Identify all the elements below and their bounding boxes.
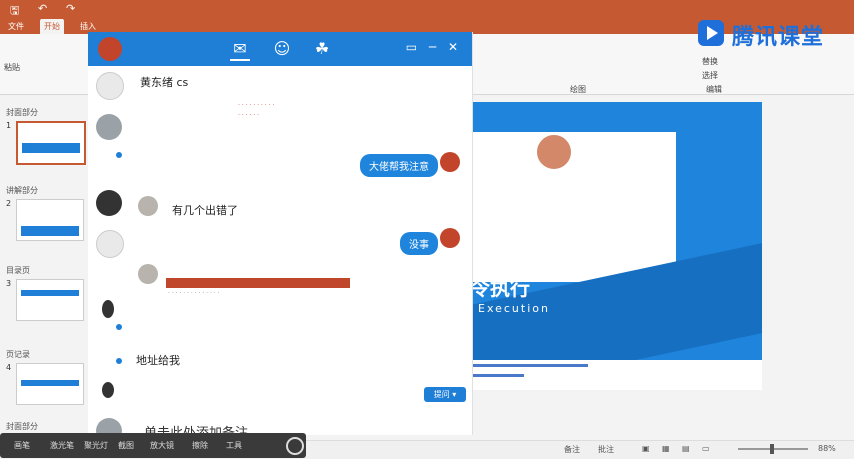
- slide-decor-circle: [536, 134, 572, 170]
- message-bubble-sent[interactable]: 没事: [400, 232, 438, 255]
- unread-indicator: [116, 358, 122, 364]
- slideshow-icon[interactable]: ▭: [702, 444, 710, 453]
- chat-window: ✉ ☺ ☘ ▭ ─ ✕ 黄东绪 cs · · · · · · · · · · ·…: [88, 32, 473, 444]
- chat-contact-name: 黄东绪 cs: [140, 76, 189, 89]
- contact-avatar[interactable]: [96, 114, 122, 140]
- normal-view-icon[interactable]: ▣: [642, 444, 650, 453]
- message-meta: · · · · · ·: [238, 112, 259, 119]
- slide-thumbnail-pane: 封面部分 1 讲解部分 2 目录页 3 页记录 4 封面部分: [0, 95, 89, 435]
- sender-avatar: [138, 196, 158, 216]
- contact-avatar[interactable]: [96, 230, 124, 258]
- tencent-classroom-logo: 腾讯课堂: [694, 16, 854, 50]
- contact-avatar[interactable]: [102, 382, 114, 398]
- power-icon[interactable]: [286, 437, 304, 455]
- logo-text: 腾讯课堂: [732, 25, 825, 50]
- main-slide[interactable]: 令执行 Execution: [466, 102, 762, 360]
- contact-avatar[interactable]: [96, 190, 122, 216]
- ask-question-button[interactable]: 提问 ▾: [424, 387, 466, 402]
- sender-avatar: [440, 228, 460, 248]
- shared-image-preview[interactable]: [166, 278, 350, 288]
- section-title[interactable]: 讲解部分: [6, 185, 38, 196]
- unread-indicator: [116, 324, 122, 330]
- message-bubble-sent[interactable]: 大佬帮我注意: [360, 154, 438, 177]
- notes-toggle[interactable]: 备注: [564, 444, 580, 455]
- tab-insert[interactable]: 插入: [80, 21, 96, 32]
- section-title[interactable]: 封面部分: [6, 421, 38, 432]
- slide-footer-area: [466, 360, 762, 390]
- presenter-toolbar: 画笔 激光笔 聚光灯 截图 放大镜 擦除 工具: [0, 433, 306, 458]
- slide-subheading: Execution: [478, 302, 550, 315]
- comments-toggle[interactable]: 批注: [598, 444, 614, 455]
- paste-button[interactable]: 粘贴: [4, 62, 20, 73]
- drawing-group-label: 绘图: [570, 85, 586, 94]
- laser-tool[interactable]: 激光笔: [50, 440, 74, 451]
- slide-dot: [616, 162, 623, 169]
- slide-thumbnail-1[interactable]: [16, 121, 86, 165]
- tools-menu[interactable]: 工具: [226, 440, 242, 451]
- groups-tab-icon[interactable]: ☘: [312, 39, 332, 59]
- slide-number: 3: [6, 279, 12, 288]
- slide-footer-line: [468, 374, 524, 377]
- chat-tab-icon[interactable]: ✉: [230, 39, 250, 61]
- tab-home[interactable]: 开始: [40, 19, 64, 34]
- section-title[interactable]: 目录页: [6, 265, 30, 276]
- message-received[interactable]: 有几个出错了: [172, 202, 238, 218]
- undo-icon[interactable]: ↶: [38, 2, 47, 15]
- my-avatar[interactable]: [98, 37, 122, 61]
- reading-view-icon[interactable]: ▤: [682, 444, 690, 453]
- chat-toolbar: ✉ ☺ ☘ ▭ ─ ✕: [88, 32, 472, 66]
- sorter-view-icon[interactable]: ▦: [662, 444, 670, 453]
- slide-thumbnail-2[interactable]: [16, 199, 84, 241]
- sender-avatar: [138, 264, 158, 284]
- editing-group-label: 编辑: [706, 85, 722, 94]
- contact-list: [88, 66, 132, 444]
- spotlight-tool[interactable]: 聚光灯: [84, 440, 108, 451]
- pen-tool[interactable]: 画笔: [14, 440, 30, 451]
- slide-dot: [604, 162, 611, 169]
- select-button[interactable]: 选择: [702, 70, 718, 81]
- slide-thumbnail-3[interactable]: [16, 279, 84, 321]
- unread-indicator: [116, 152, 122, 158]
- message-meta: · · · · · · · · · ·: [238, 102, 275, 109]
- message-received[interactable]: 地址给我: [136, 352, 180, 368]
- slide-thumbnail-4[interactable]: [16, 363, 84, 405]
- sender-avatar: [440, 152, 460, 172]
- contacts-tab-icon[interactable]: ☺: [272, 39, 292, 59]
- contact-avatar[interactable]: [102, 300, 114, 318]
- slide-number: 1: [6, 121, 12, 130]
- slide-footer-line: [468, 364, 588, 367]
- contact-avatar[interactable]: [96, 72, 124, 100]
- play-icon: [698, 20, 724, 46]
- slide-number: 2: [6, 199, 12, 208]
- tab-file[interactable]: 文件: [8, 21, 24, 32]
- magnifier-tool[interactable]: 放大镜: [150, 440, 174, 451]
- slide-dot: [592, 162, 599, 169]
- screenshot-tool[interactable]: 截图: [118, 440, 134, 451]
- zoom-slider-thumb[interactable]: [770, 444, 774, 454]
- slide-number: 4: [6, 363, 12, 372]
- section-title[interactable]: 页记录: [6, 349, 30, 360]
- image-caption: · · · · · · · · · · · · · ·: [168, 290, 220, 297]
- eraser-tool[interactable]: 擦除: [192, 440, 208, 451]
- replace-button[interactable]: 替换: [702, 56, 718, 67]
- redo-icon[interactable]: ↷: [66, 2, 75, 15]
- slide-heading: 令执行: [470, 276, 530, 300]
- zoom-level[interactable]: 88%: [818, 444, 836, 453]
- section-title[interactable]: 封面部分: [6, 107, 38, 118]
- window-controls[interactable]: ▭ ─ ✕: [406, 40, 462, 54]
